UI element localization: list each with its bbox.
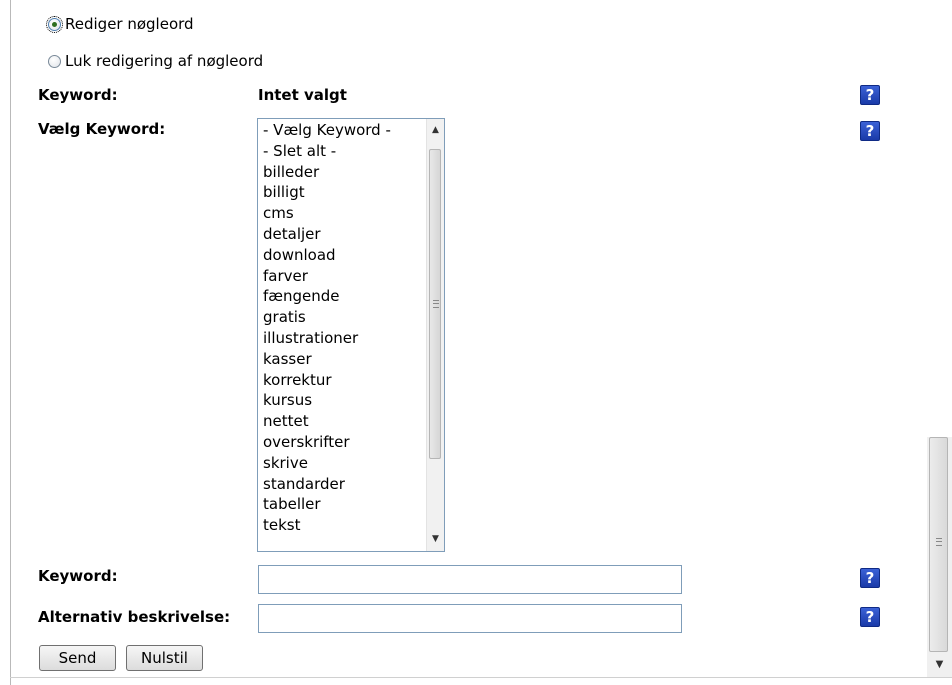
keyword-option[interactable]: fængende bbox=[263, 286, 423, 307]
radio-close-keywords[interactable]: Luk redigering af nøgleord bbox=[48, 52, 263, 70]
keyword-option[interactable]: skrive bbox=[263, 453, 423, 474]
keyword-option[interactable]: download bbox=[263, 245, 423, 266]
help-question-icon[interactable]: ? bbox=[860, 85, 880, 105]
alt-description-input[interactable] bbox=[258, 604, 682, 633]
listbox-scroll-thumb[interactable] bbox=[429, 149, 441, 459]
keyword-option[interactable]: tekst bbox=[263, 515, 423, 536]
scroll-up-arrow-icon[interactable]: ▲ bbox=[427, 122, 444, 139]
keyword-listbox[interactable]: - Vælg Keyword - - Slet alt - billeder b… bbox=[257, 118, 445, 552]
keyword-option[interactable]: overskrifter bbox=[263, 432, 423, 453]
send-button[interactable]: Send bbox=[39, 645, 116, 671]
radio-edit-keywords[interactable]: Rediger nøgleord bbox=[46, 15, 194, 33]
help-question-icon[interactable]: ? bbox=[860, 568, 880, 588]
keyword-option[interactable]: cms bbox=[263, 203, 423, 224]
grip-icon bbox=[433, 300, 439, 308]
keyword-option[interactable]: standarder bbox=[263, 474, 423, 495]
keyword-option[interactable]: farver bbox=[263, 266, 423, 287]
radio-close-keywords-label: Luk redigering af nøgleord bbox=[65, 52, 264, 70]
alt-description-label: Alternativ beskrivelse: bbox=[38, 608, 231, 626]
keyword-option[interactable]: kursus bbox=[263, 390, 423, 411]
keyword-input[interactable] bbox=[258, 565, 682, 594]
keyword-option[interactable]: gratis bbox=[263, 307, 423, 328]
keyword-option[interactable]: billigt bbox=[263, 182, 423, 203]
keyword-option[interactable]: kasser bbox=[263, 349, 423, 370]
keyword-option[interactable]: - Vælg Keyword - bbox=[263, 120, 423, 141]
keyword-option[interactable]: detaljer bbox=[263, 224, 423, 245]
keyword-option[interactable]: billeder bbox=[263, 162, 423, 183]
scroll-down-arrow-icon[interactable]: ▼ bbox=[427, 531, 444, 548]
keyword-current-value: Intet valgt bbox=[258, 86, 347, 104]
keyword-option[interactable]: - Slet alt - bbox=[263, 141, 423, 162]
radio-edit-keywords-label: Rediger nøgleord bbox=[65, 15, 194, 33]
keyword-input-label: Keyword: bbox=[38, 567, 118, 585]
grip-icon bbox=[936, 538, 942, 546]
page-frame-left-border bbox=[10, 0, 11, 685]
keyword-label: Keyword: bbox=[38, 86, 118, 104]
page-frame-bottom-border bbox=[10, 677, 952, 678]
help-question-icon[interactable]: ? bbox=[860, 121, 880, 141]
keyword-option[interactable]: tabeller bbox=[263, 494, 423, 515]
radio-unchecked-icon[interactable] bbox=[48, 54, 61, 68]
radio-checked-icon[interactable] bbox=[46, 15, 63, 33]
listbox-scrollbar[interactable]: ▲ ▼ bbox=[426, 119, 444, 551]
page-scroll-thumb[interactable] bbox=[929, 437, 948, 652]
keyword-options-list: - Vælg Keyword - - Slet alt - billeder b… bbox=[263, 120, 423, 536]
keyword-option[interactable]: illustrationer bbox=[263, 328, 423, 349]
keyword-option[interactable]: korrektur bbox=[263, 370, 423, 391]
help-question-icon[interactable]: ? bbox=[860, 607, 880, 627]
page-scrollbar[interactable]: ▼ bbox=[927, 437, 952, 677]
keyword-option[interactable]: nettet bbox=[263, 411, 423, 432]
scroll-down-arrow-icon[interactable]: ▼ bbox=[927, 655, 952, 675]
select-keyword-label: Vælg Keyword: bbox=[38, 120, 166, 138]
reset-button[interactable]: Nulstil bbox=[126, 645, 203, 671]
